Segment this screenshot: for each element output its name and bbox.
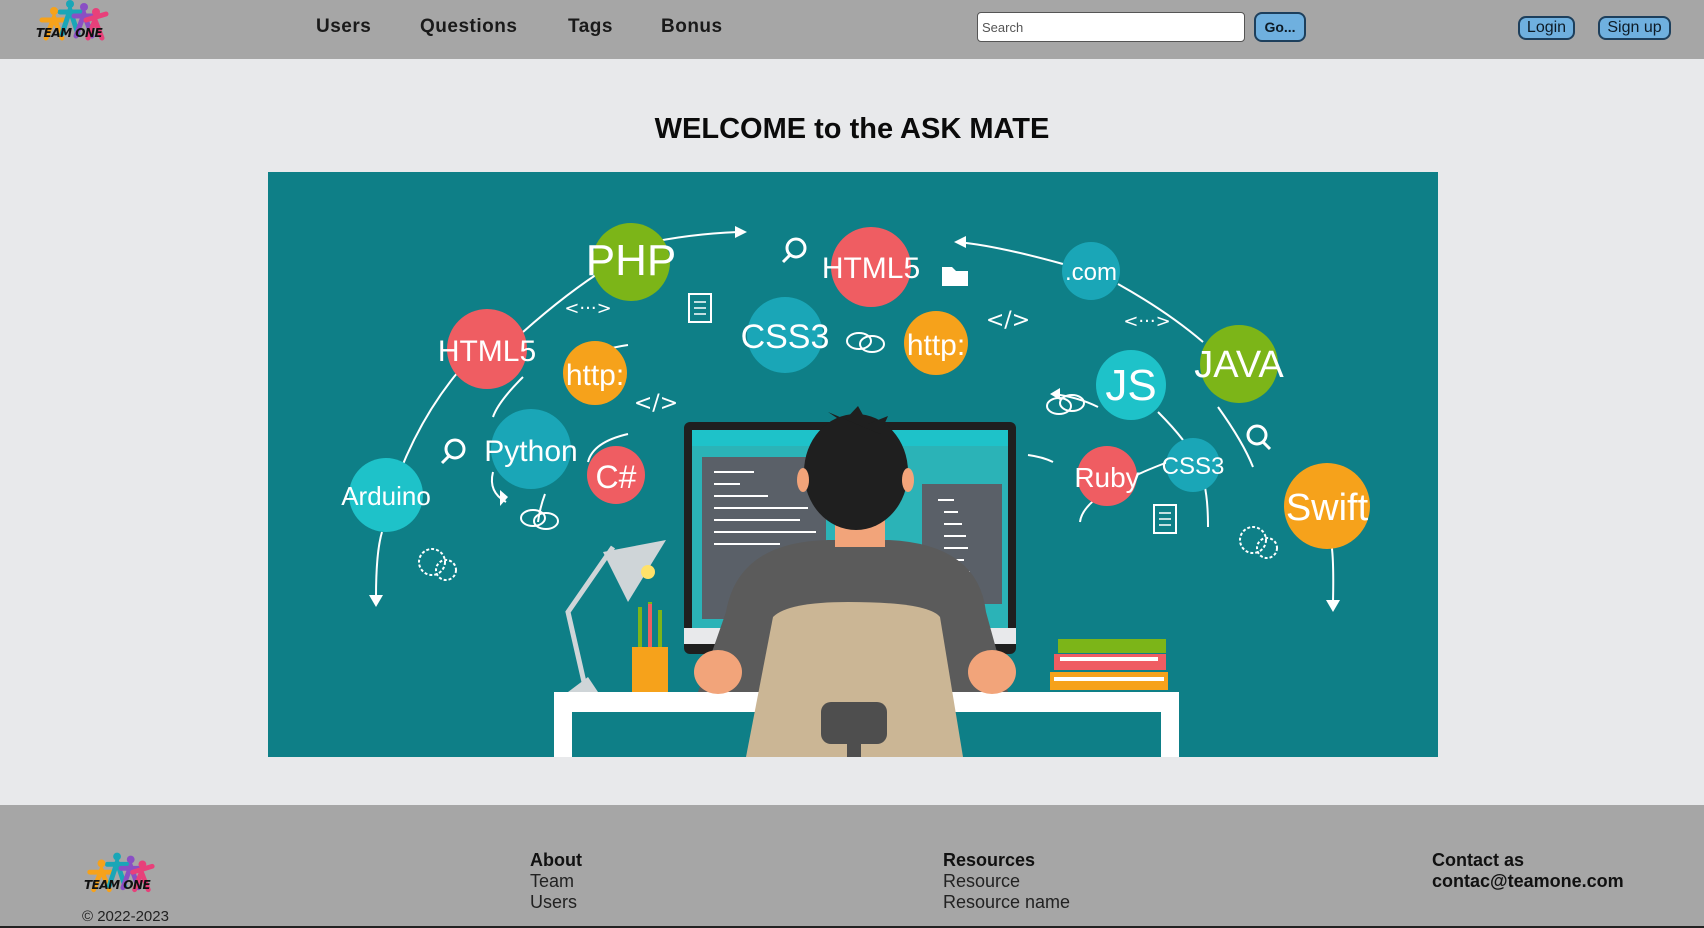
footer-link-resource-name[interactable]: Resource name (943, 892, 1070, 913)
bubble-csharp: C# (596, 459, 637, 495)
nav-bonus[interactable]: Bonus (661, 16, 723, 38)
footer-about-heading: About (530, 850, 582, 870)
nav-questions[interactable]: Questions (420, 16, 517, 38)
bubble-arduino: Arduino (341, 481, 431, 511)
footer-logo-text: TEAM ONE (84, 878, 151, 892)
copyright-text: © 2022-2023 (82, 908, 169, 925)
hero-illustration: PHP HTML5 http: Python C# Arduino HTML5 … (268, 172, 1438, 757)
bubble-html5-center: HTML5 (822, 252, 920, 285)
bubble-css3-center: CSS3 (741, 318, 830, 356)
footer-team-one-logo: TEAM ONE (80, 850, 158, 906)
bubble-java: JAVA (1194, 344, 1284, 386)
bubble-http-left: http: (566, 359, 624, 392)
bubble-js: JS (1105, 361, 1156, 410)
bubble-ruby: Ruby (1074, 462, 1139, 493)
top-navbar (0, 0, 1704, 59)
bubble-html5-left: HTML5 (438, 335, 536, 368)
bubble-swift: Swift (1286, 487, 1369, 529)
dots-tag-right: <···> (1123, 311, 1170, 332)
bubble-python: Python (484, 435, 577, 468)
footer-contact-heading: Contact as (1432, 850, 1525, 870)
dots-tag-left: <···> (564, 298, 611, 319)
bubble-php: PHP (586, 236, 676, 285)
nav-tags[interactable]: Tags (568, 16, 613, 38)
logo-text: TEAM ONE (36, 26, 103, 40)
login-button[interactable]: Login (1518, 16, 1575, 40)
nav-users[interactable]: Users (316, 16, 371, 38)
code-tag-left: </> (634, 391, 678, 416)
team-one-logo[interactable]: TEAM ONE (32, 0, 112, 54)
footer-link-users[interactable]: Users (530, 892, 577, 913)
page-title: WELCOME to the ASK MATE (654, 113, 1050, 146)
search-go-button[interactable]: Go... (1254, 12, 1306, 42)
footer-link-resource[interactable]: Resource (943, 871, 1020, 892)
book-stack (1050, 639, 1168, 690)
signup-button[interactable]: Sign up (1598, 16, 1671, 40)
office-chair (746, 602, 963, 757)
search-input[interactable] (977, 12, 1245, 42)
footer-link-team[interactable]: Team (530, 871, 574, 892)
bubble-com: .com (1065, 259, 1117, 286)
footer-contact-email[interactable]: contac@teamone.com (1432, 871, 1624, 892)
footer-resources-heading: Resources (943, 850, 1036, 870)
code-tag-center: </> (986, 308, 1030, 333)
bubble-css3-right: CSS3 (1162, 453, 1225, 480)
bubble-http-center: http: (907, 329, 965, 362)
